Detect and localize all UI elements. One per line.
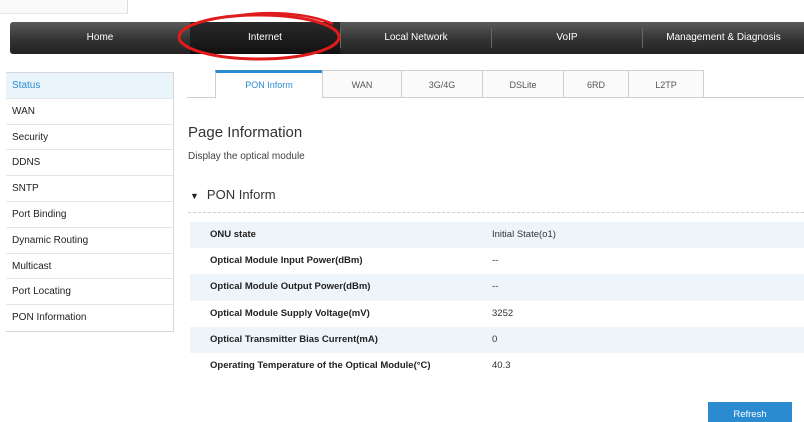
page-title: Page Information — [188, 124, 303, 141]
logo-area — [0, 0, 128, 14]
sidebar: Status WAN Security DDNS SNTP Port Bindi… — [6, 72, 174, 332]
sidebar-item-pon-information[interactable]: PON Information — [6, 305, 173, 331]
pon-info-table: ONU state Initial State(o1) Optical Modu… — [190, 222, 804, 379]
tab-6rd[interactable]: 6RD — [563, 70, 629, 98]
nav-home[interactable]: Home — [10, 22, 190, 54]
row-value: Initial State(o1) — [492, 229, 556, 240]
row-label: Optical Module Supply Voltage(mV) — [210, 307, 370, 319]
table-row: Optical Module Input Power(dBm) -- — [190, 248, 804, 274]
sidebar-item-status[interactable]: Status — [6, 73, 173, 99]
row-label: Optical Module Input Power(dBm) — [210, 255, 363, 267]
sidebar-item-sntp[interactable]: SNTP — [6, 176, 173, 202]
table-row: Operating Temperature of the Optical Mod… — [190, 353, 804, 379]
tab-pon-inform[interactable]: PON Inform — [215, 70, 323, 99]
row-value: 40.3 — [492, 359, 511, 371]
row-label: Operating Temperature of the Optical Mod… — [210, 359, 431, 371]
nav-internet[interactable]: Internet — [190, 22, 340, 54]
nav-voip[interactable]: VoIP — [492, 22, 642, 54]
refresh-button[interactable]: Refresh — [708, 402, 792, 422]
sidebar-item-wan[interactable]: WAN — [6, 99, 173, 125]
table-row: Optical Transmitter Bias Current(mA) 0 — [190, 326, 804, 353]
row-value: -- — [492, 255, 499, 267]
page-description: Display the optical module — [188, 151, 305, 162]
tab-l2tp[interactable]: L2TP — [628, 70, 704, 98]
tab-wan[interactable]: WAN — [322, 70, 402, 98]
nav-management-diagnosis[interactable]: Management & Diagnosis — [643, 22, 804, 54]
row-value: 0 — [492, 333, 498, 345]
sidebar-item-ddns[interactable]: DDNS — [6, 150, 173, 177]
sidebar-item-port-binding[interactable]: Port Binding — [6, 202, 173, 228]
row-label: ONU state — [210, 229, 256, 240]
table-row: Optical Module Output Power(dBm) -- — [190, 274, 804, 301]
row-value: 3252 — [492, 307, 514, 319]
row-label: Optical Module Output Power(dBm) — [210, 281, 371, 293]
sidebar-item-multicast[interactable]: Multicast — [6, 254, 173, 280]
table-row: ONU state Initial State(o1) — [190, 222, 804, 249]
section-divider — [188, 212, 804, 213]
row-label: Optical Transmitter Bias Current(mA) — [210, 333, 378, 345]
table-row: Optical Module Supply Voltage(mV) 3252 — [190, 301, 804, 327]
section-header[interactable]: ▼ PON Inform — [190, 187, 276, 202]
row-value: -- — [492, 281, 499, 293]
main-nav: Home Internet Local Network VoIP Managem… — [10, 22, 804, 54]
sidebar-item-security[interactable]: Security — [6, 125, 173, 151]
section-title: PON Inform — [206, 187, 276, 202]
triangle-down-icon: ▼ — [190, 191, 199, 201]
tab-3g4g[interactable]: 3G/4G — [401, 70, 483, 98]
sidebar-item-dynamic-routing[interactable]: Dynamic Routing — [6, 228, 173, 254]
sidebar-item-port-locating[interactable]: Port Locating — [6, 279, 173, 306]
nav-local-network[interactable]: Local Network — [341, 22, 491, 54]
tab-dslite[interactable]: DSLite — [482, 70, 564, 98]
